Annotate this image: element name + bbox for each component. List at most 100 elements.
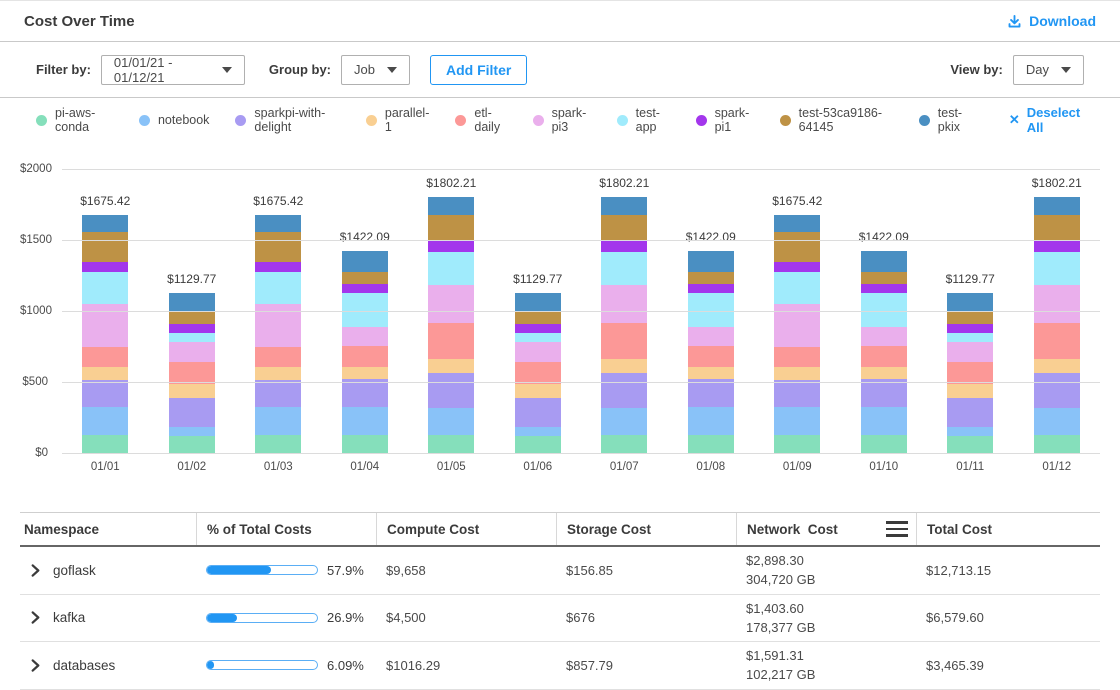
deselect-all-button[interactable]: ✕Deselect All <box>1009 105 1084 135</box>
bar-segment-spark-pi3[interactable] <box>515 342 561 362</box>
bar-segment-test-app[interactable] <box>947 333 993 342</box>
bar-segment-test-53ca9186-64145[interactable] <box>428 215 474 241</box>
bar-segment-test-pkix[interactable] <box>169 293 215 312</box>
bar-segment-notebook[interactable] <box>342 407 388 435</box>
bar-segment-spark-pi1[interactable] <box>1034 240 1080 251</box>
bar-segment-notebook[interactable] <box>428 408 474 436</box>
legend-item-parallel-1[interactable]: parallel-1 <box>366 106 429 134</box>
bar-segment-spark-pi3[interactable] <box>947 342 993 362</box>
stacked-bar-01/11[interactable] <box>947 293 993 453</box>
bar-segment-parallel-1[interactable] <box>601 359 647 373</box>
stacked-bar-01/01[interactable] <box>82 215 128 453</box>
col-header-percent-of-total-costs[interactable]: % of Total Costs <box>196 513 376 545</box>
bar-segment-spark-pi1[interactable] <box>255 262 301 272</box>
bar-segment-test-53ca9186-64145[interactable] <box>947 312 993 325</box>
bar-segment-spark-pi1[interactable] <box>947 324 993 333</box>
bar-segment-parallel-1[interactable] <box>82 367 128 380</box>
bar-segment-pi-aws-conda[interactable] <box>601 435 647 453</box>
bar-segment-pi-aws-conda[interactable] <box>1034 435 1080 453</box>
date-range-select[interactable]: 01/01/21 - 01/12/21 <box>101 55 245 85</box>
bar-segment-test-pkix[interactable] <box>342 251 388 272</box>
bar-segment-test-53ca9186-64145[interactable] <box>774 232 820 262</box>
bar-segment-test-53ca9186-64145[interactable] <box>255 232 301 262</box>
bar-segment-test-pkix[interactable] <box>774 215 820 232</box>
bar-segment-notebook[interactable] <box>1034 408 1080 436</box>
bar-segment-sparkpi-with-delight[interactable] <box>1034 373 1080 408</box>
chevron-right-icon[interactable] <box>30 611 41 624</box>
legend-item-test-pkix[interactable]: test-pkix <box>919 106 973 134</box>
bar-segment-test-pkix[interactable] <box>82 215 128 232</box>
bar-segment-test-pkix[interactable] <box>601 197 647 215</box>
bar-segment-etl-daily[interactable] <box>255 347 301 368</box>
bar-segment-spark-pi3[interactable] <box>169 342 215 362</box>
bar-segment-parallel-1[interactable] <box>947 384 993 398</box>
bar-segment-sparkpi-with-delight[interactable] <box>688 379 734 407</box>
bar-segment-test-app[interactable] <box>601 252 647 285</box>
bar-segment-test-53ca9186-64145[interactable] <box>342 272 388 284</box>
bar-segment-test-app[interactable] <box>774 272 820 305</box>
bar-segment-test-pkix[interactable] <box>688 251 734 272</box>
bar-segment-etl-daily[interactable] <box>601 323 647 359</box>
bar-segment-pi-aws-conda[interactable] <box>82 435 128 453</box>
view-by-select[interactable]: Day <box>1013 55 1084 85</box>
bar-segment-notebook[interactable] <box>82 407 128 435</box>
bar-segment-notebook[interactable] <box>861 407 907 435</box>
bar-segment-etl-daily[interactable] <box>861 346 907 367</box>
bar-segment-sparkpi-with-delight[interactable] <box>82 380 128 407</box>
legend-item-test-app[interactable]: test-app <box>617 106 670 134</box>
col-header-storage-cost[interactable]: Storage Cost <box>556 513 736 545</box>
bar-segment-spark-pi1[interactable] <box>861 284 907 293</box>
bar-segment-notebook[interactable] <box>515 427 561 436</box>
bar-segment-parallel-1[interactable] <box>861 367 907 379</box>
chevron-right-icon[interactable] <box>30 659 41 672</box>
bar-segment-spark-pi3[interactable] <box>1034 285 1080 323</box>
bar-segment-spark-pi3[interactable] <box>861 327 907 346</box>
bar-segment-spark-pi1[interactable] <box>515 324 561 333</box>
bar-segment-test-53ca9186-64145[interactable] <box>1034 215 1080 241</box>
bar-segment-spark-pi1[interactable] <box>342 284 388 293</box>
col-header-namespace[interactable]: Namespace <box>20 513 196 545</box>
bar-segment-test-app[interactable] <box>1034 252 1080 285</box>
bar-segment-parallel-1[interactable] <box>255 367 301 380</box>
bar-segment-pi-aws-conda[interactable] <box>342 435 388 453</box>
bar-segment-notebook[interactable] <box>688 407 734 435</box>
bar-segment-sparkpi-with-delight[interactable] <box>342 379 388 407</box>
bar-segment-pi-aws-conda[interactable] <box>861 435 907 453</box>
bar-segment-spark-pi1[interactable] <box>688 284 734 293</box>
bar-segment-sparkpi-with-delight[interactable] <box>515 398 561 427</box>
legend-item-pi-aws-conda[interactable]: pi-aws-conda <box>36 106 113 134</box>
bar-segment-test-53ca9186-64145[interactable] <box>169 312 215 325</box>
bar-segment-spark-pi3[interactable] <box>428 285 474 323</box>
legend-item-etl-daily[interactable]: etl-daily <box>455 106 506 134</box>
bar-segment-test-app[interactable] <box>169 333 215 342</box>
bar-segment-parallel-1[interactable] <box>342 367 388 379</box>
bar-segment-spark-pi1[interactable] <box>169 324 215 333</box>
bar-segment-spark-pi1[interactable] <box>601 240 647 251</box>
bar-segment-pi-aws-conda[interactable] <box>688 435 734 453</box>
table-row-databases[interactable]: databases6.09%$1016.29$857.79$1,591.3110… <box>20 642 1100 690</box>
bar-segment-parallel-1[interactable] <box>428 359 474 373</box>
legend-item-test-53ca9186-64145[interactable]: test-53ca9186-64145 <box>780 106 893 134</box>
stacked-bar-01/02[interactable] <box>169 293 215 453</box>
bar-segment-notebook[interactable] <box>774 407 820 435</box>
bar-segment-parallel-1[interactable] <box>688 367 734 379</box>
bar-segment-sparkpi-with-delight[interactable] <box>428 373 474 408</box>
bar-segment-spark-pi1[interactable] <box>774 262 820 272</box>
bar-segment-test-pkix[interactable] <box>515 293 561 312</box>
menu-icon[interactable] <box>886 521 908 537</box>
download-button[interactable]: Download <box>1007 13 1096 29</box>
bar-segment-etl-daily[interactable] <box>515 362 561 384</box>
bar-segment-sparkpi-with-delight[interactable] <box>861 379 907 407</box>
bar-segment-test-pkix[interactable] <box>1034 197 1080 215</box>
bar-segment-pi-aws-conda[interactable] <box>515 436 561 453</box>
bar-segment-pi-aws-conda[interactable] <box>947 436 993 453</box>
bar-segment-etl-daily[interactable] <box>947 362 993 384</box>
legend-item-spark-pi3[interactable]: spark-pi3 <box>533 106 591 134</box>
bar-segment-parallel-1[interactable] <box>515 384 561 398</box>
bar-segment-test-53ca9186-64145[interactable] <box>688 272 734 284</box>
bar-segment-etl-daily[interactable] <box>774 347 820 368</box>
stacked-bar-01/09[interactable] <box>774 215 820 453</box>
bar-segment-test-53ca9186-64145[interactable] <box>601 215 647 241</box>
bar-segment-pi-aws-conda[interactable] <box>774 435 820 453</box>
stacked-bar-01/06[interactable] <box>515 293 561 453</box>
